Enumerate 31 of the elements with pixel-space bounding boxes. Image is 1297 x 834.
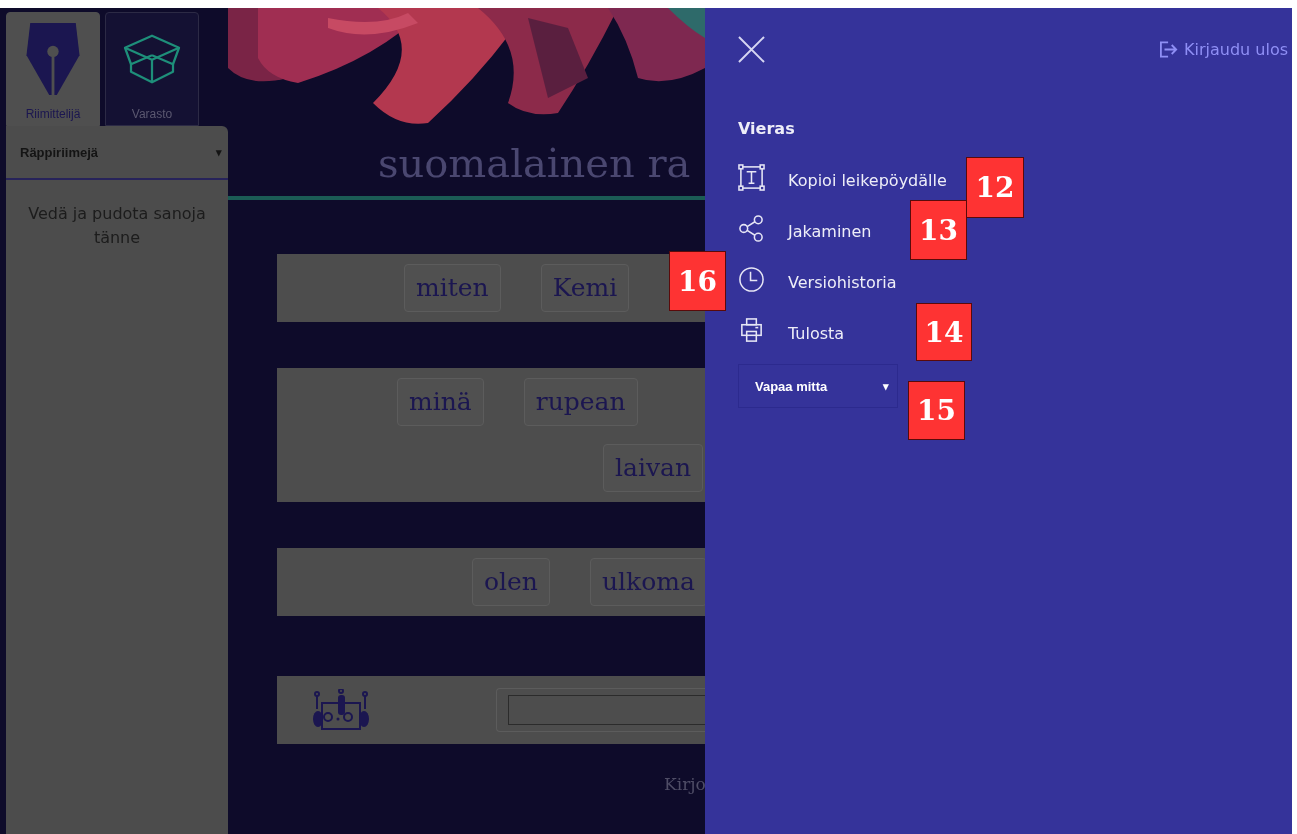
menu-item[interactable]: Versiohistoria	[738, 254, 897, 305]
tool-tab[interactable]: Varasto	[105, 12, 199, 126]
text-frame-icon	[738, 164, 765, 191]
word-chip[interactable]: miten	[404, 264, 501, 312]
close-icon[interactable]	[738, 36, 765, 63]
word-chip[interactable]: minä	[397, 378, 484, 426]
word-chip[interactable]: Kemi	[540, 264, 630, 312]
tool-tab[interactable]: Riimittelijä	[6, 12, 100, 126]
footer-text: Kirjo	[663, 774, 705, 794]
annotation-badge: 14	[916, 303, 972, 361]
annotation-badge: 16	[669, 251, 726, 311]
annotation-badge: 12	[966, 157, 1024, 218]
clock-icon	[738, 266, 765, 293]
menu-item[interactable]: Jakaminen	[738, 203, 872, 254]
menu-item[interactable]: Tulosta	[738, 305, 845, 356]
word-chip[interactable]: ulkoma	[589, 558, 705, 606]
printer-icon	[738, 317, 765, 344]
word-chip[interactable]: olen	[472, 558, 550, 606]
meter-select[interactable]: Vapaa mitta ▾	[738, 364, 898, 408]
text-field[interactable]	[496, 688, 705, 732]
annotation-badge: 15	[908, 381, 965, 440]
share-icon	[738, 215, 765, 242]
word-chip[interactable]: rupean	[523, 378, 638, 426]
logout-link[interactable]: Kirjaudu ulos	[1160, 40, 1288, 59]
robot-icon	[313, 689, 369, 731]
word-chip[interactable]: laivan	[603, 444, 704, 492]
menu-item[interactable]: Kopioi leikepöydälle	[738, 152, 947, 203]
user-name: Vieras	[738, 119, 796, 138]
page-title: suomalainen ra	[377, 139, 692, 188]
annotation-badge: 13	[910, 200, 967, 260]
logout-icon	[1160, 41, 1178, 58]
